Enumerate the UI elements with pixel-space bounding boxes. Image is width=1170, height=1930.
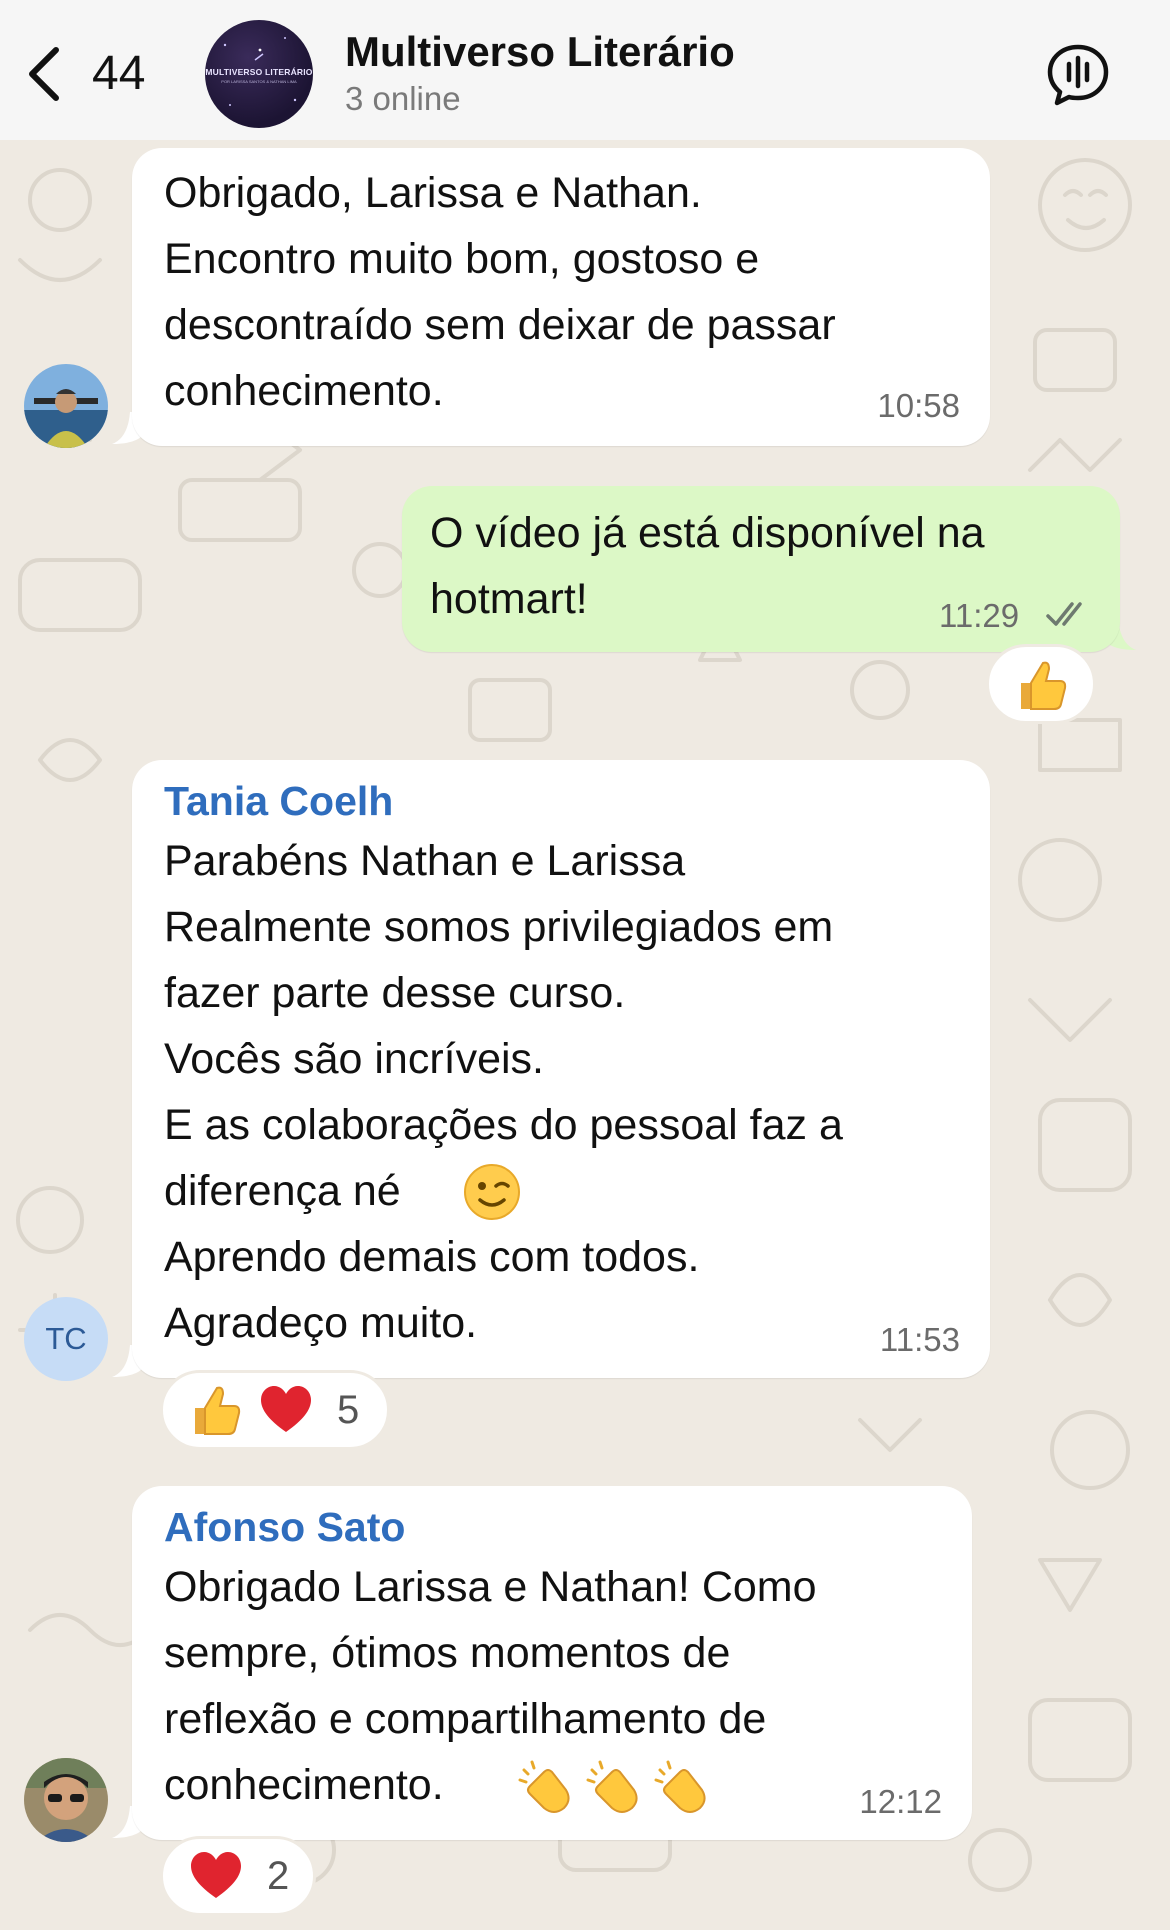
clapping-hands-icon: [652, 1756, 714, 1823]
message-text: Obrigado Larissa e Nathan! Como sempre, …: [164, 1563, 817, 1809]
group-avatar-subtitle: POR LARISSA SANTOS & NATHAN LIMA: [221, 79, 297, 84]
winking-face-icon: [462, 1162, 522, 1227]
red-heart-icon: [189, 1850, 243, 1907]
sender-avatar[interactable]: [24, 1758, 108, 1842]
outgoing-message-bubble[interactable]: O vídeo já está disponível na hotmart! 1…: [402, 486, 1120, 652]
incoming-message-bubble[interactable]: Obrigado, Larissa e Nathan. Encontro mui…: [132, 148, 990, 446]
read-receipt-icon: [1046, 602, 1082, 626]
message-text: O vídeo já está disponível na hotmart!: [430, 509, 985, 623]
back-chevron-icon[interactable]: [22, 44, 66, 104]
group-avatar-title: MULTIVERSO LITERÁRIO: [205, 67, 313, 77]
reaction-count: 5: [337, 1388, 360, 1432]
group-title[interactable]: Multiverso Literário: [345, 28, 735, 76]
sender-avatar-initials[interactable]: TC: [24, 1297, 108, 1381]
sender-name[interactable]: Tania Coelh: [164, 776, 393, 826]
incoming-message-bubble[interactable]: Tania Coelh Parabéns Nathan e Larissa Re…: [132, 760, 990, 1378]
message-text: Parabéns Nathan e Larissa Realmente somo…: [164, 837, 843, 1347]
red-heart-icon: [259, 1384, 313, 1441]
message-reactions[interactable]: 2: [160, 1836, 316, 1916]
reaction-count: 2: [267, 1854, 290, 1898]
photo-avatar-icon: [24, 1758, 108, 1842]
message-text: Obrigado, Larissa e Nathan. Encontro mui…: [164, 169, 836, 415]
message-time: 10:58: [877, 387, 960, 424]
unread-count[interactable]: 44: [92, 44, 145, 104]
group-online-status: 3 online: [345, 80, 461, 117]
voice-chat-icon[interactable]: [1045, 42, 1111, 108]
group-avatar[interactable]: MULTIVERSO LITERÁRIO POR LARISSA SANTOS …: [205, 20, 313, 128]
photo-avatar-icon: [24, 364, 108, 448]
chat-header: 44 MULTIVERSO LITERÁRIO POR LARISSA SANT…: [0, 0, 1170, 140]
thumbs-up-icon: [187, 1382, 243, 1443]
message-time: 11:53: [879, 1321, 960, 1358]
clapping-hands-icon: [516, 1756, 578, 1823]
thumbs-up-icon: [1013, 657, 1069, 718]
message-time: 11:29: [939, 597, 1020, 634]
message-time: 12:12: [859, 1783, 942, 1820]
message-reactions[interactable]: 5: [160, 1370, 390, 1450]
sender-avatar[interactable]: [24, 364, 108, 448]
message-reaction[interactable]: [986, 644, 1096, 724]
clapping-hands-icon: [584, 1756, 646, 1823]
incoming-message-bubble[interactable]: Afonso Sato Obrigado Larissa e Nathan! C…: [132, 1486, 972, 1840]
sender-name[interactable]: Afonso Sato: [164, 1502, 405, 1552]
